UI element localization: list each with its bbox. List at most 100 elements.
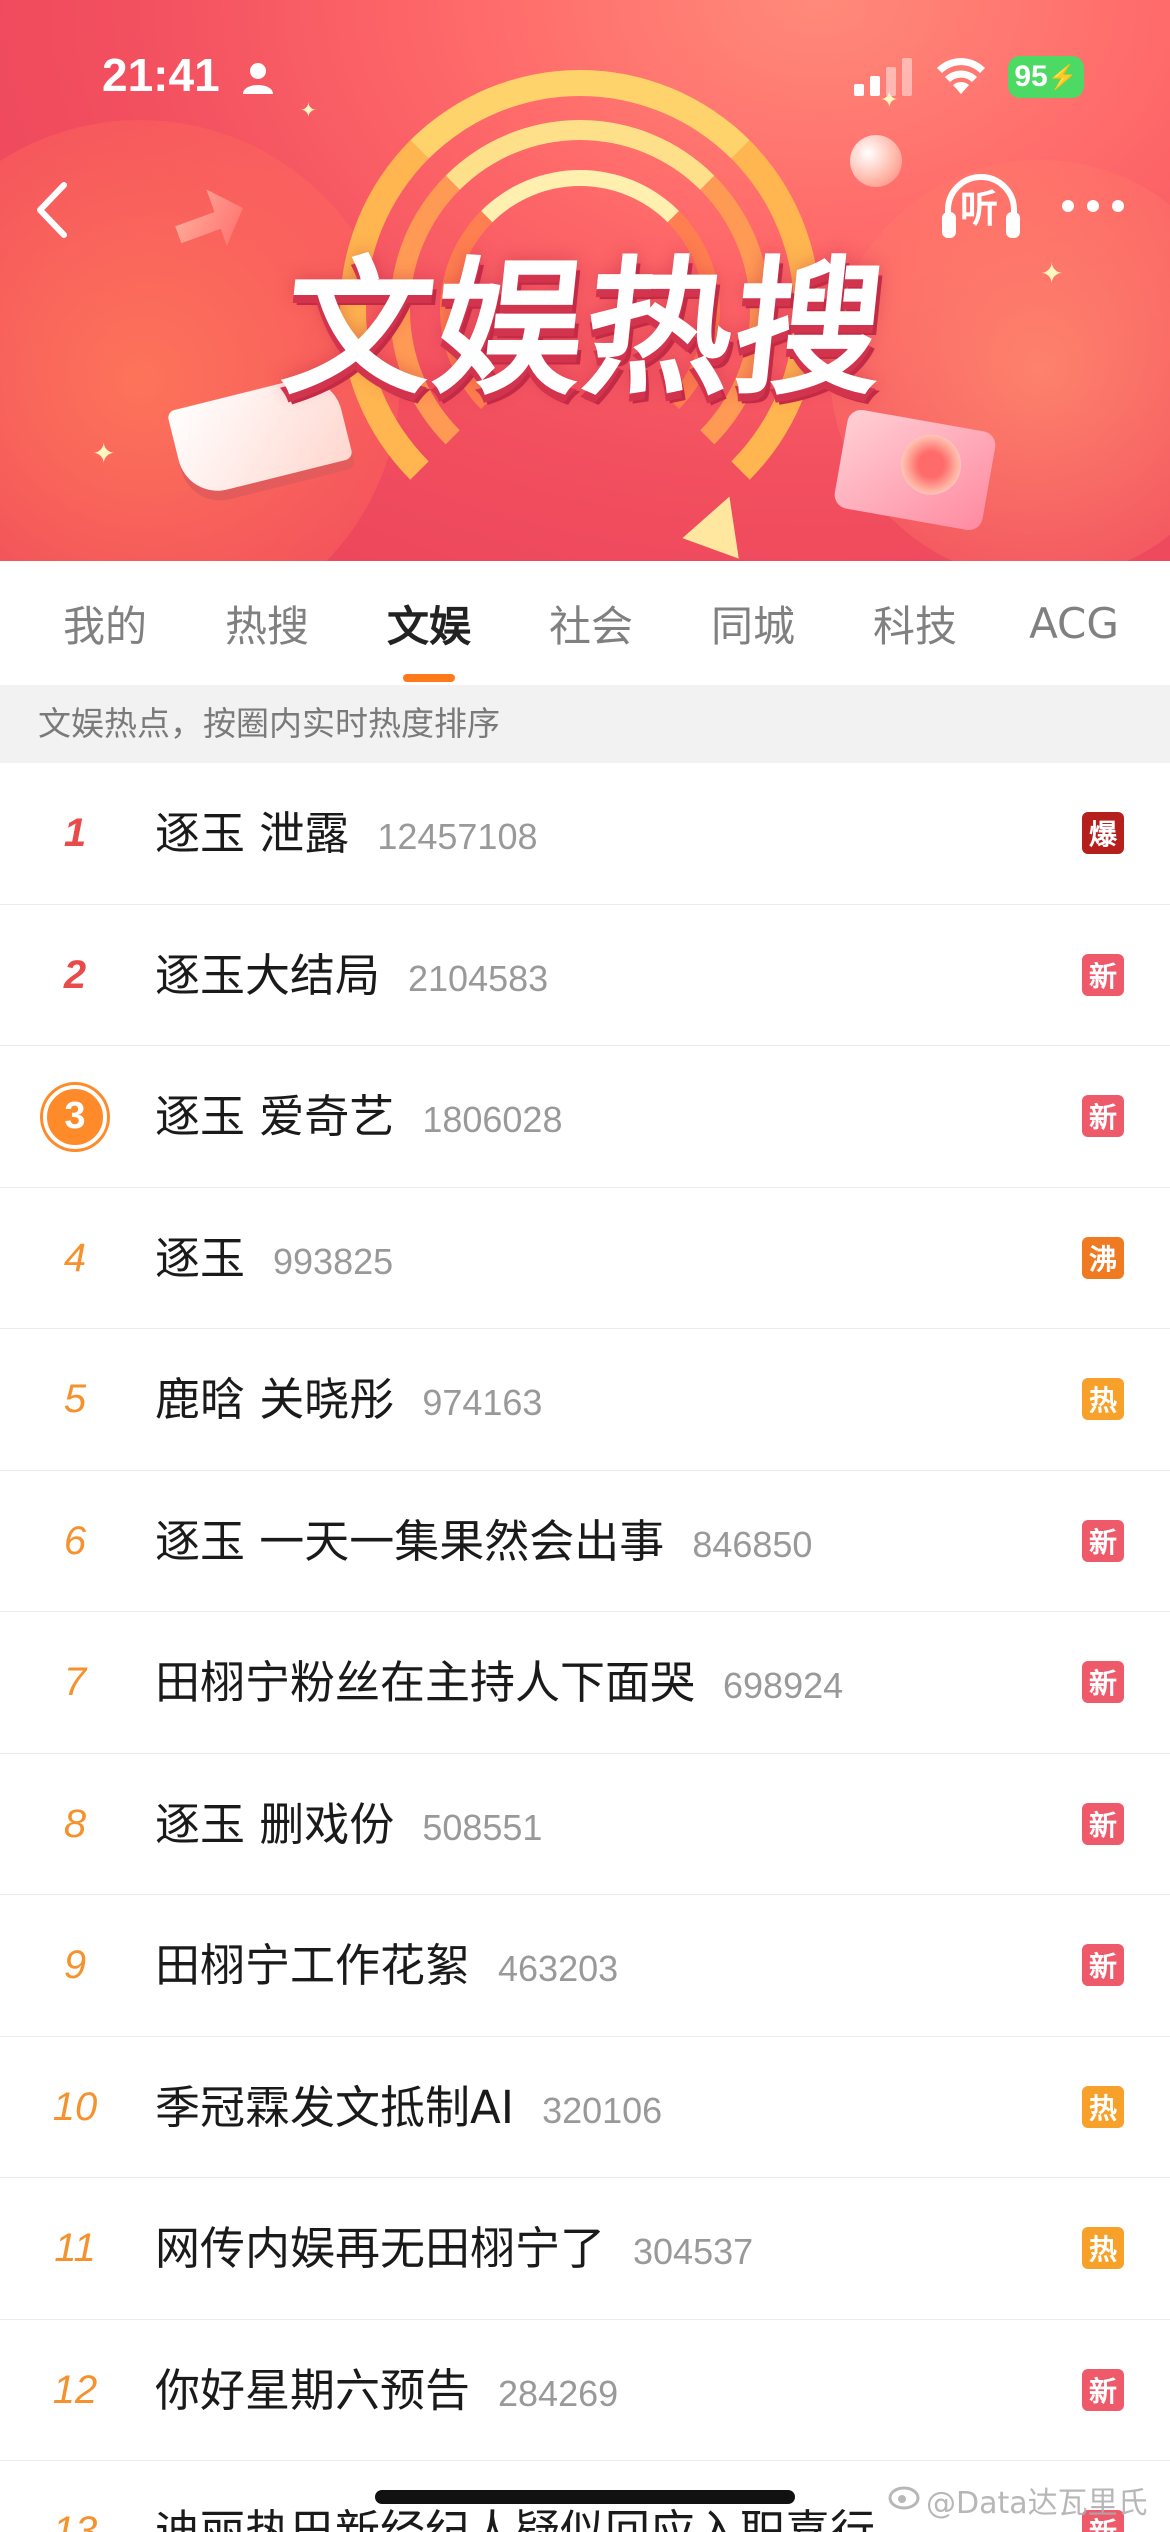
title-text: 逐玉 爱奇艺 [155, 1090, 395, 1143]
status-badge: 新 [1082, 953, 1124, 996]
hot-search-title[interactable]: 逐玉 泄露 12457108 [155, 763, 537, 904]
title-text: 逐玉 [155, 1231, 246, 1285]
hot-search-title[interactable]: 网传内娱再无田栩宁了 304537 [155, 2178, 753, 2319]
listen-label: 听 [960, 187, 999, 231]
rank-number: 4 [63, 1235, 87, 1280]
weibo-logo-icon [888, 2486, 920, 2510]
heat-count: 1806028 [422, 1099, 563, 1140]
rank-number: 7 [63, 1660, 87, 1704]
wifi-icon [937, 58, 985, 94]
status-badge: 新 [1082, 1095, 1124, 1137]
hot-search-row[interactable]: 11 网传内娱再无田栩宁了 304537 热 [0, 2178, 1170, 2320]
heat-count: 284269 [498, 2372, 619, 2414]
hot-search-row[interactable]: 4 逐玉 993825 沸 [0, 1188, 1170, 1329]
status-badge: 新 [1082, 2368, 1124, 2411]
heat-count: 304537 [633, 2231, 754, 2272]
more-dots-icon[interactable] [1058, 196, 1128, 216]
title-text: 田栩宁粉丝在主持人下面哭 [155, 1656, 696, 1709]
heat-count: 463203 [498, 1948, 619, 1989]
list-description: 文娱热点，按圈内实时热度排序 [0, 685, 1170, 763]
hot-search-row[interactable]: 8 逐玉 删戏份 508551 新 [0, 1754, 1170, 1895]
heat-count: 698924 [723, 1665, 844, 1706]
title-text: 逐玉 一天一集果然会出事 [155, 1514, 665, 1568]
status-badge: 新 [1082, 1661, 1124, 1703]
heat-count: 12457108 [377, 816, 538, 857]
tab-hot-search[interactable]: 热搜 [222, 593, 312, 654]
rank-number: 5 [63, 1377, 87, 1421]
page-title: 文娱热搜 [275, 243, 895, 415]
hot-search-title[interactable]: 季冠霖发文抵制AI 320106 [155, 2037, 662, 2178]
title-text: 迪丽热巴新经纪人疑似回应入职喜行 [155, 2505, 876, 2532]
category-tabs: 我的 热搜 文娱 社会 同城 科技 ACG [0, 561, 1170, 685]
tab-acg[interactable]: ACG [1024, 599, 1124, 648]
home-indicator [375, 2490, 795, 2504]
headphones-icon[interactable]: 听 [940, 172, 1022, 244]
rank-number: 1 [63, 811, 87, 855]
person-icon [243, 63, 273, 94]
hot-search-title[interactable]: 田栩宁粉丝在主持人下面哭 698924 [155, 1612, 843, 1753]
hot-search-list: 1 逐玉 泄露 12457108 爆 2 逐玉大结局 2104583 新 3 逐玉 爱奇艺 1806… [0, 763, 1170, 2532]
hot-search-row[interactable]: 6 逐玉 一天一集果然会出事 846850 新 [0, 1471, 1170, 1612]
hot-search-title[interactable]: 你好星期六预告 284269 [155, 2320, 618, 2461]
title-text: 逐玉 删戏份 [155, 1797, 395, 1851]
hot-search-row[interactable]: 10 季冠霖发文抵制AI 320106 热 [0, 2037, 1170, 2178]
tab-society[interactable]: 社会 [546, 593, 636, 654]
title-text: 鹿晗 关晓彤 [155, 1373, 395, 1426]
watermark: @Data达瓦里氏 [926, 2486, 1148, 2521]
battery-indicator: 95 ⚡ [1008, 56, 1084, 98]
hot-search-row[interactable]: 5 鹿晗 关晓彤 974163 热 [0, 1329, 1170, 1471]
hot-search-title[interactable]: 逐玉 993825 [155, 1188, 393, 1329]
hot-search-title[interactable]: 田栩宁工作花絮 463203 [155, 1895, 618, 2036]
status-badge: 热 [1082, 1378, 1124, 1420]
tab-mine[interactable]: 我的 [60, 593, 150, 654]
rank-number: 8 [63, 1801, 87, 1846]
hot-search-title[interactable]: 逐玉 一天一集果然会出事 846850 [155, 1471, 812, 1612]
heat-count: 508551 [422, 1806, 543, 1848]
signal-icon [854, 58, 912, 96]
hot-search-title[interactable]: 逐玉大结局 2104583 [155, 905, 548, 1046]
rank-number: 2 [63, 952, 87, 997]
status-badge: 新 [1082, 1802, 1124, 1845]
heat-count: 993825 [273, 1240, 394, 1282]
rank-badge-icon: 3 [43, 1084, 107, 1149]
battery-level: 95 [1014, 60, 1048, 93]
rank-number: 13 [52, 2509, 98, 2532]
status-badge: 沸 [1082, 1236, 1124, 1279]
rank-number: 3 [30, 1046, 120, 1187]
status-badge: 爆 [1082, 812, 1124, 854]
hot-search-title[interactable]: 逐玉 删戏份 508551 [155, 1754, 542, 1895]
rank-number: 11 [54, 2226, 96, 2270]
rank-number: 6 [63, 1518, 87, 1563]
tab-local[interactable]: 同城 [708, 593, 798, 654]
hot-search-title[interactable]: 鹿晗 关晓彤 974163 [155, 1329, 542, 1470]
status-badge: 新 [1082, 1519, 1124, 1562]
status-badge: 新 [1082, 1944, 1124, 1986]
title-text: 季冠霖发文抵制AI [155, 2080, 515, 2134]
hot-search-row[interactable]: 12 你好星期六预告 284269 新 [0, 2320, 1170, 2461]
status-bar: 21:41 95 ⚡ [0, 0, 1170, 150]
hot-search-row[interactable]: 7 田栩宁粉丝在主持人下面哭 698924 新 [0, 1612, 1170, 1754]
status-badge: 热 [1082, 2085, 1124, 2128]
hot-search-title[interactable]: 逐玉 爱奇艺 1806028 [155, 1046, 562, 1187]
status-time: 21:41 [102, 49, 220, 101]
hot-search-row[interactable]: 2 逐玉大结局 2104583 新 [0, 905, 1170, 1046]
hot-search-row[interactable]: 1 逐玉 泄露 12457108 爆 [0, 763, 1170, 905]
title-text: 逐玉大结局 [155, 948, 381, 1002]
rank-number: 12 [52, 2367, 98, 2412]
tab-entertainment[interactable]: 文娱 [384, 593, 474, 682]
sparkle-icon: ✦ [92, 437, 116, 470]
rank-number: 10 [52, 2084, 98, 2129]
title-text: 田栩宁工作花絮 [155, 1939, 471, 1992]
title-text: 网传内娱再无田栩宁了 [155, 2222, 606, 2275]
heat-count: 974163 [422, 1382, 543, 1423]
rank-number: 9 [63, 1943, 87, 1987]
status-badge: 热 [1082, 2227, 1124, 2269]
hot-search-row[interactable]: 9 田栩宁工作花絮 463203 新 [0, 1895, 1170, 2037]
tab-tech[interactable]: 科技 [870, 593, 960, 654]
active-tab-indicator [403, 673, 455, 682]
heat-count: 320106 [542, 2089, 663, 2131]
heat-count: 846850 [692, 1523, 813, 1565]
hot-search-row[interactable]: 3 逐玉 爱奇艺 1806028 新 [0, 1046, 1170, 1188]
title-text: 你好星期六预告 [155, 2363, 471, 2417]
chevron-left-icon[interactable] [28, 175, 78, 245]
